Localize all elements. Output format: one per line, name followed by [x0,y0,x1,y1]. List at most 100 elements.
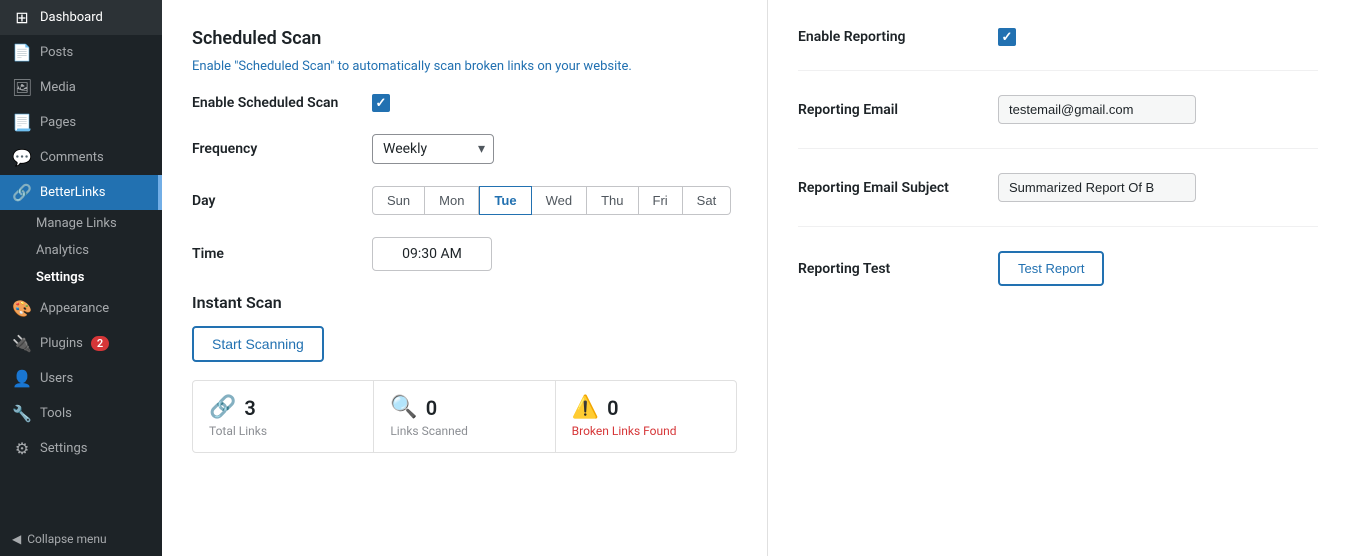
reporting-test-value: Test Report [998,251,1318,286]
collapse-label: Collapse menu [27,532,106,546]
day-label: Day [192,193,372,209]
day-button-thu[interactable]: Thu [587,186,638,215]
sidebar-item-betterlinks[interactable]: 🔗 BetterLinks [0,175,162,210]
sidebar-item-label: Users [40,371,73,386]
reporting-email-label: Reporting Email [798,102,998,118]
day-button-mon[interactable]: Mon [425,186,479,215]
reporting-email-row: Reporting Email [798,95,1318,149]
stat-card-broken-links: ⚠️ 0 Broken Links Found [556,381,736,452]
reporting-subject-value [998,173,1318,202]
collapse-menu-button[interactable]: ◀ Collapse menu [0,522,162,556]
posts-icon: 📄 [12,43,32,62]
betterlinks-icon: 🔗 [12,183,32,202]
stat-card-total-links: 🔗 3 Total Links [193,381,374,452]
time-row: Time 09:30 AM [192,237,737,271]
sidebar-submenu: Manage Links Analytics Settings [0,210,162,291]
sidebar-item-label: BetterLinks [40,185,105,200]
users-icon: 👤 [12,369,32,388]
sidebar-sub-settings[interactable]: Settings [0,264,162,291]
day-value: SunMonTueWedThuFriSat [372,186,737,215]
reporting-subject-input[interactable] [998,173,1196,202]
sidebar-sub-analytics[interactable]: Analytics [0,237,162,264]
sidebar-item-pages[interactable]: 📃 Pages [0,105,162,140]
frequency-row: Frequency Weekly ▾ [192,134,737,164]
frequency-label: Frequency [192,141,372,157]
sidebar-item-label: Settings [40,441,87,456]
time-value: 09:30 AM [372,237,737,271]
enable-reporting-row: Enable Reporting [798,28,1318,71]
sidebar-item-label: Posts [40,45,73,60]
tools-icon: 🔧 [12,404,32,423]
sidebar-item-appearance[interactable]: 🎨 Appearance [0,291,162,326]
reporting-subject-row: Reporting Email Subject [798,173,1318,227]
stat-card-links-scanned: 🔍0Links Scanned [374,381,555,452]
day-buttons: SunMonTueWedThuFriSat [372,186,731,215]
links-scanned-icon: 🔍 [390,395,417,420]
day-button-fri[interactable]: Fri [639,186,683,215]
frequency-value: Weekly ▾ [372,134,737,164]
broken-links-top: ⚠️ 0 [572,395,720,420]
reporting-email-input[interactable] [998,95,1196,124]
comments-icon: 💬 [12,148,32,167]
settings-icon: ⚙ [12,439,32,458]
frequency-display: Weekly [373,135,493,163]
sidebar-item-label: Media [40,80,76,95]
scheduled-scan-title: Scheduled Scan [192,28,737,49]
frequency-select[interactable]: Weekly ▾ [372,134,494,164]
sidebar-item-label: Plugins [40,336,83,351]
reporting-email-value [998,95,1318,124]
time-display[interactable]: 09:30 AM [372,237,492,271]
enable-reporting-label: Enable Reporting [798,29,998,45]
sidebar-item-label: Pages [40,115,76,130]
sidebar-item-settings[interactable]: ⚙ Settings [0,431,162,466]
total-links-icon: 🔗 [209,395,236,420]
total-links-number: 3 [244,396,255,420]
day-row: Day SunMonTueWedThuFriSat [192,186,737,215]
right-panel: Enable Reporting Reporting Email Reporti… [768,0,1348,556]
start-scanning-button[interactable]: Start Scanning [192,326,324,362]
time-label: Time [192,246,372,262]
pages-icon: 📃 [12,113,32,132]
broken-links-icon: ⚠️ [572,395,599,420]
sidebar-item-media[interactable]: 🖼 Media [0,70,162,105]
enable-scan-label: Enable Scheduled Scan [192,95,372,111]
links-scanned-label: Links Scanned [390,424,538,438]
main-content: Scheduled Scan Enable "Scheduled Scan" t… [162,0,1348,556]
content-area: Scheduled Scan Enable "Scheduled Scan" t… [162,0,1348,556]
appearance-icon: 🎨 [12,299,32,318]
sidebar-item-users[interactable]: 👤 Users [0,361,162,396]
sidebar-sub-manage-links[interactable]: Manage Links [0,210,162,237]
links-scanned-number: 0 [426,396,437,420]
sidebar-item-label: Dashboard [40,10,103,25]
reporting-subject-label: Reporting Email Subject [798,180,998,196]
enable-scan-value [372,94,737,112]
collapse-arrow-icon: ◀ [12,532,21,546]
enable-scan-checkbox[interactable] [372,94,390,112]
enable-reporting-checkbox[interactable] [998,28,1016,46]
reporting-test-row: Reporting Test Test Report [798,251,1318,310]
sidebar-item-dashboard[interactable]: ⊞ Dashboard [0,0,162,35]
sidebar-item-label: Comments [40,150,104,165]
sidebar-item-plugins[interactable]: 🔌 Plugins 2 [0,326,162,361]
scheduled-scan-desc: Enable "Scheduled Scan" to automatically… [192,59,737,74]
media-icon: 🖼 [12,78,32,97]
day-button-sat[interactable]: Sat [683,186,732,215]
test-report-button[interactable]: Test Report [998,251,1104,286]
sidebar-item-label: Appearance [40,301,109,316]
reporting-test-label: Reporting Test [798,261,998,277]
day-button-sun[interactable]: Sun [372,186,425,215]
sidebar-item-label: Tools [40,406,72,421]
broken-links-label: Broken Links Found [572,424,720,438]
dashboard-icon: ⊞ [12,8,32,27]
enable-reporting-value [998,28,1318,46]
sidebar-item-posts[interactable]: 📄 Posts [0,35,162,70]
left-panel: Scheduled Scan Enable "Scheduled Scan" t… [162,0,768,556]
total-links-label: Total Links [209,424,357,438]
day-button-tue[interactable]: Tue [479,186,531,215]
sidebar-item-comments[interactable]: 💬 Comments [0,140,162,175]
links-scanned-top: 🔍0 [390,395,538,420]
sidebar: ⊞ Dashboard 📄 Posts 🖼 Media 📃 Pages 💬 Co… [0,0,162,556]
sidebar-item-tools[interactable]: 🔧 Tools [0,396,162,431]
broken-links-number: 0 [607,396,618,420]
day-button-wed[interactable]: Wed [532,186,588,215]
